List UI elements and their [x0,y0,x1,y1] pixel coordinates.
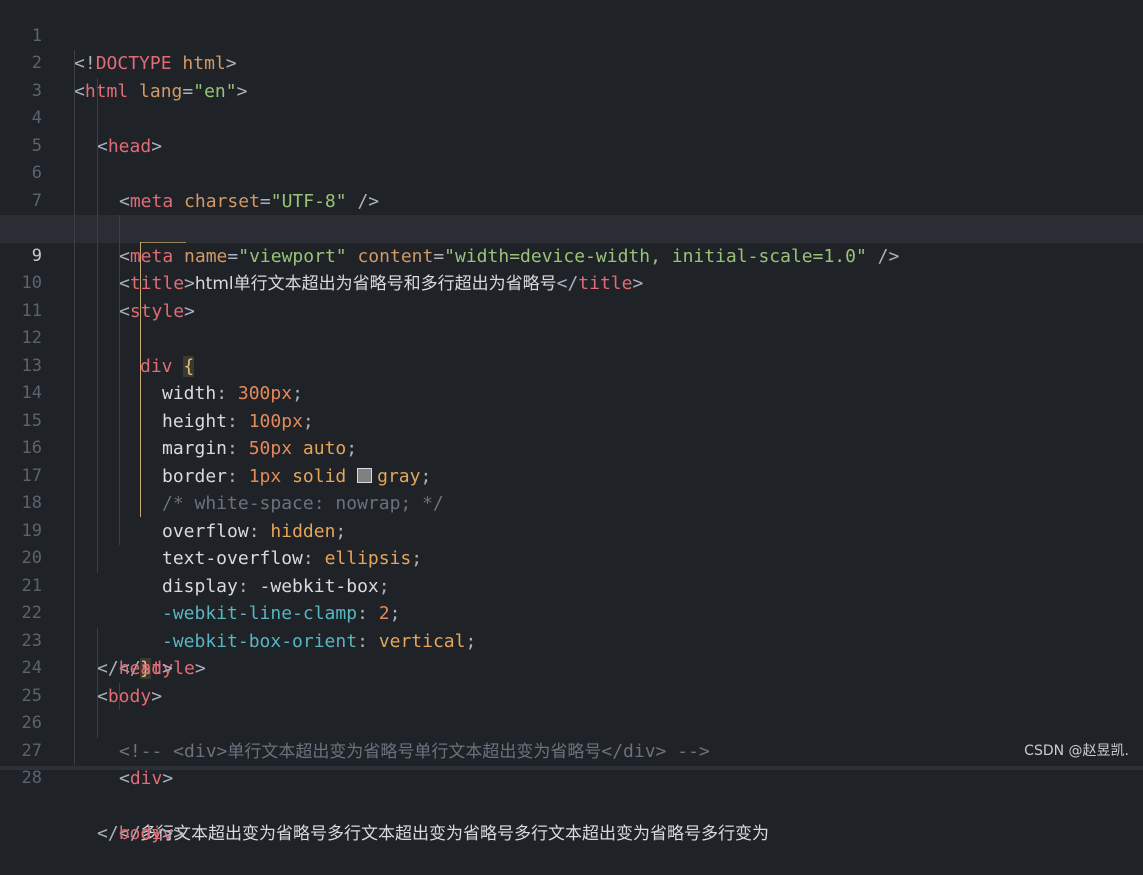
indent-guide [74,517,75,545]
code-line[interactable]: 27 </div> [0,710,1143,844]
indent-guide [97,407,98,435]
indent-guide [119,270,120,298]
code-line[interactable]: 14 /* white-space: nowrap; */ [0,352,1143,514]
code-line[interactable]: 22 </head> [0,572,1143,679]
indent-guide [74,655,75,683]
code-text: 多行文本超出变为省略号多行文本超出变为省略号多行文本超出变为省略号多行变为 [140,820,769,849]
indent-guide [97,270,98,298]
code-line[interactable]: 18 -webkit-line-clamp: 2; [0,462,1143,624]
watermark: CSDN @赵昱凯. [1024,743,1129,759]
indent-guide [97,682,98,710]
code-line[interactable]: 17 display: -webkit-box; [0,435,1143,597]
code-line[interactable]: 25 <div> [0,655,1143,789]
indent-guide [97,132,98,160]
indent-guide [74,407,75,435]
indent-guide [97,710,98,738]
indent-guide [97,77,98,105]
code-line[interactable]: 28 </body> [0,737,1143,844]
indent-guide [74,737,75,765]
code-line-active[interactable]: 9 div { [0,215,1143,377]
indent-guide [74,270,75,298]
indent-guide [97,160,98,188]
indent-guide [97,627,98,655]
horizontal-scrollbar[interactable] [0,766,1143,770]
indent-guide [97,435,98,463]
indent-guide [119,682,120,710]
indent-guide [97,242,98,270]
bracket-scope-top [140,242,186,243]
indent-guide [74,462,75,490]
indent-guide [119,517,120,545]
code-line[interactable]: 21 </style> [0,545,1143,679]
code-line[interactable]: 20 } [0,517,1143,679]
indent-guide [119,242,120,270]
indent-guide [74,352,75,380]
indent-guide [97,187,98,215]
indent-guide [74,242,75,270]
indent-guide [119,215,120,243]
indent-guide [119,462,120,490]
bracket-scope-guide [140,242,141,517]
indent-guide [97,215,98,243]
indent-guide [97,517,98,545]
code-line[interactable]: 19 -webkit-box-orient: vertical; [0,490,1143,652]
indent-guide [119,380,120,408]
code-line[interactable]: 8 <style> [0,187,1143,322]
indent-guide [74,160,75,188]
code-line[interactable]: 12 margin: 50px auto; [0,297,1143,459]
indent-guide [74,132,75,160]
code-line[interactable]: 6 <meta name="viewport" content="width=d… [0,132,1143,267]
code-line[interactable]: 11 height: 100px; [0,270,1143,432]
code-line[interactable]: 7 <title>html单行文本超出为省略号和多行超出为省略号</title> [0,160,1143,294]
indent-guide [74,187,75,215]
indent-guide [97,380,98,408]
indent-guide [119,490,120,518]
indent-guide [97,325,98,353]
indent-guide [97,490,98,518]
code-line[interactable]: 15 overflow: hidden; [0,380,1143,542]
indent-guide [74,627,75,655]
indent-guide [74,297,75,325]
code-line[interactable]: 24 <!-- <div>单行文本超出变为省略号单行文本超出变为省略号</div… [0,627,1143,762]
indent-guide [74,490,75,518]
indent-guide [119,325,120,353]
indent-guide [97,655,98,683]
indent-guide [97,105,98,133]
indent-guide [74,435,75,463]
indent-guide [119,352,120,380]
code-line[interactable]: 1 <!DOCTYPE html> [0,0,1143,75]
indent-guide [97,462,98,490]
indent-guide [74,380,75,408]
code-text: </body> [97,823,173,844]
code-line[interactable]: 4 <meta charset="UTF-8" /> [0,77,1143,212]
indent-guide [74,325,75,353]
indent-guide [74,572,75,600]
indent-guide [74,215,75,243]
indent-guide [119,435,120,463]
indent-guide [74,682,75,710]
body-text: 多行文本超出变为省略号多行文本超出变为省略号多行文本超出变为省略号多行变为 [140,824,769,844]
indent-guide [74,50,75,78]
indent-guide [97,545,98,573]
indent-guide [74,545,75,573]
indent-guide [74,77,75,105]
code-line[interactable]: 10 width: 300px; [0,242,1143,404]
indent-guide [119,407,120,435]
code-line[interactable]: 2 <html lang="en"> [0,23,1143,102]
code-line[interactable]: 26 多行文本超出变为省略号多行文本超出变为省略号多行文本超出变为省略号多行变为 [0,682,1143,844]
indent-guide [74,105,75,133]
code-line[interactable]: 16 text-overflow: ellipsis; [0,407,1143,569]
indent-guide [74,710,75,738]
indent-guide [97,297,98,325]
indent-guide [119,297,120,325]
code-line[interactable]: 3 <head> [0,50,1143,157]
code-line[interactable]: 23 <body> [0,600,1143,707]
code-line[interactable]: 13 border: 1px solid gray; [0,325,1143,487]
code-line[interactable]: 5 <meta http-equiv="X-UA-Compatible" con… [0,105,1143,239]
indent-guide [97,352,98,380]
indent-guide [74,600,75,628]
code-editor[interactable]: 1 <!DOCTYPE html> 2 <html lang="en"> 3 <… [0,0,1143,844]
